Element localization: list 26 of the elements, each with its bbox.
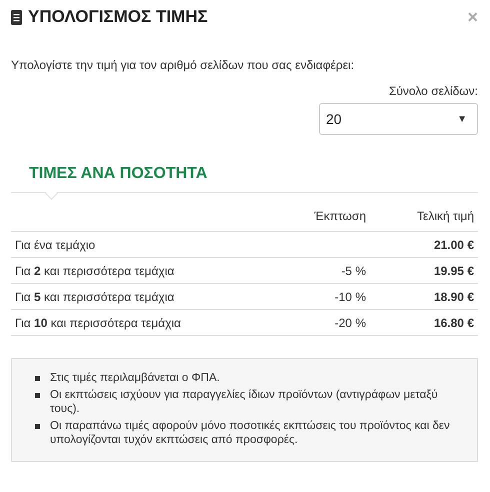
quantity-cell: Για 2 και περισσότερα τεμάχια xyxy=(11,258,242,284)
section-title: ΤΙΜΕΣ ΑΝΑ ΠΟΣΟΤΗΤΑ xyxy=(29,165,208,183)
note-text: Οι εκπτώσεις ισχύουν για παραγγελίες ίδιων προϊόντων (αντιγράφων μεταξύ τους). xyxy=(50,388,439,416)
quantity-cell: Για ένα τεμάχιο xyxy=(11,232,242,258)
price-cell: 19.95 € xyxy=(370,258,478,284)
document-icon xyxy=(11,10,22,24)
column-header: Τελική τιμή xyxy=(370,205,478,232)
bullet-icon xyxy=(35,393,40,398)
bullet-icon xyxy=(35,424,40,429)
quantity-cell: Για 5 και περισσότερα τεμάχια xyxy=(11,284,242,310)
discount-cell: -10 % xyxy=(242,284,370,310)
column-header: Έκπτωση xyxy=(242,205,370,232)
caret-icon: ▼ xyxy=(457,114,467,124)
discount-cell: -20 % xyxy=(242,310,370,336)
note-text: Στις τιμές περιλαμβάνεται ο ΦΠΑ. xyxy=(50,371,220,385)
note-text: Οι παραπάνω τιμές αφορούν μόνο ποσοτικές εκπτώσεις του προϊόντος και δεν υπολογίζονται τυχόν εκπτώσεις από προσφορές. xyxy=(50,419,451,447)
bullet-icon xyxy=(35,376,40,381)
quantity-cell: Για 10 και περισσότερα τεμάχια xyxy=(11,310,242,336)
price-cell: 16.80 € xyxy=(370,310,478,336)
select-label: Σύνολο σελίδων: xyxy=(388,84,478,98)
pages-select[interactable]: 20 ▼ xyxy=(319,103,478,135)
price-cell: 21.00 € xyxy=(370,232,478,258)
intro-text: Υπολογίστε την τιμή για τον αριθμό σελίδων που σας ενδιαφέρει: xyxy=(11,58,356,72)
price-cell: 18.90 € xyxy=(370,284,478,310)
discount-cell: -5 % xyxy=(242,258,370,284)
dialog-title: ΥΠΟΛΟΓΙΣΜΟΣ ΤΙΜΗΣ xyxy=(28,7,208,27)
